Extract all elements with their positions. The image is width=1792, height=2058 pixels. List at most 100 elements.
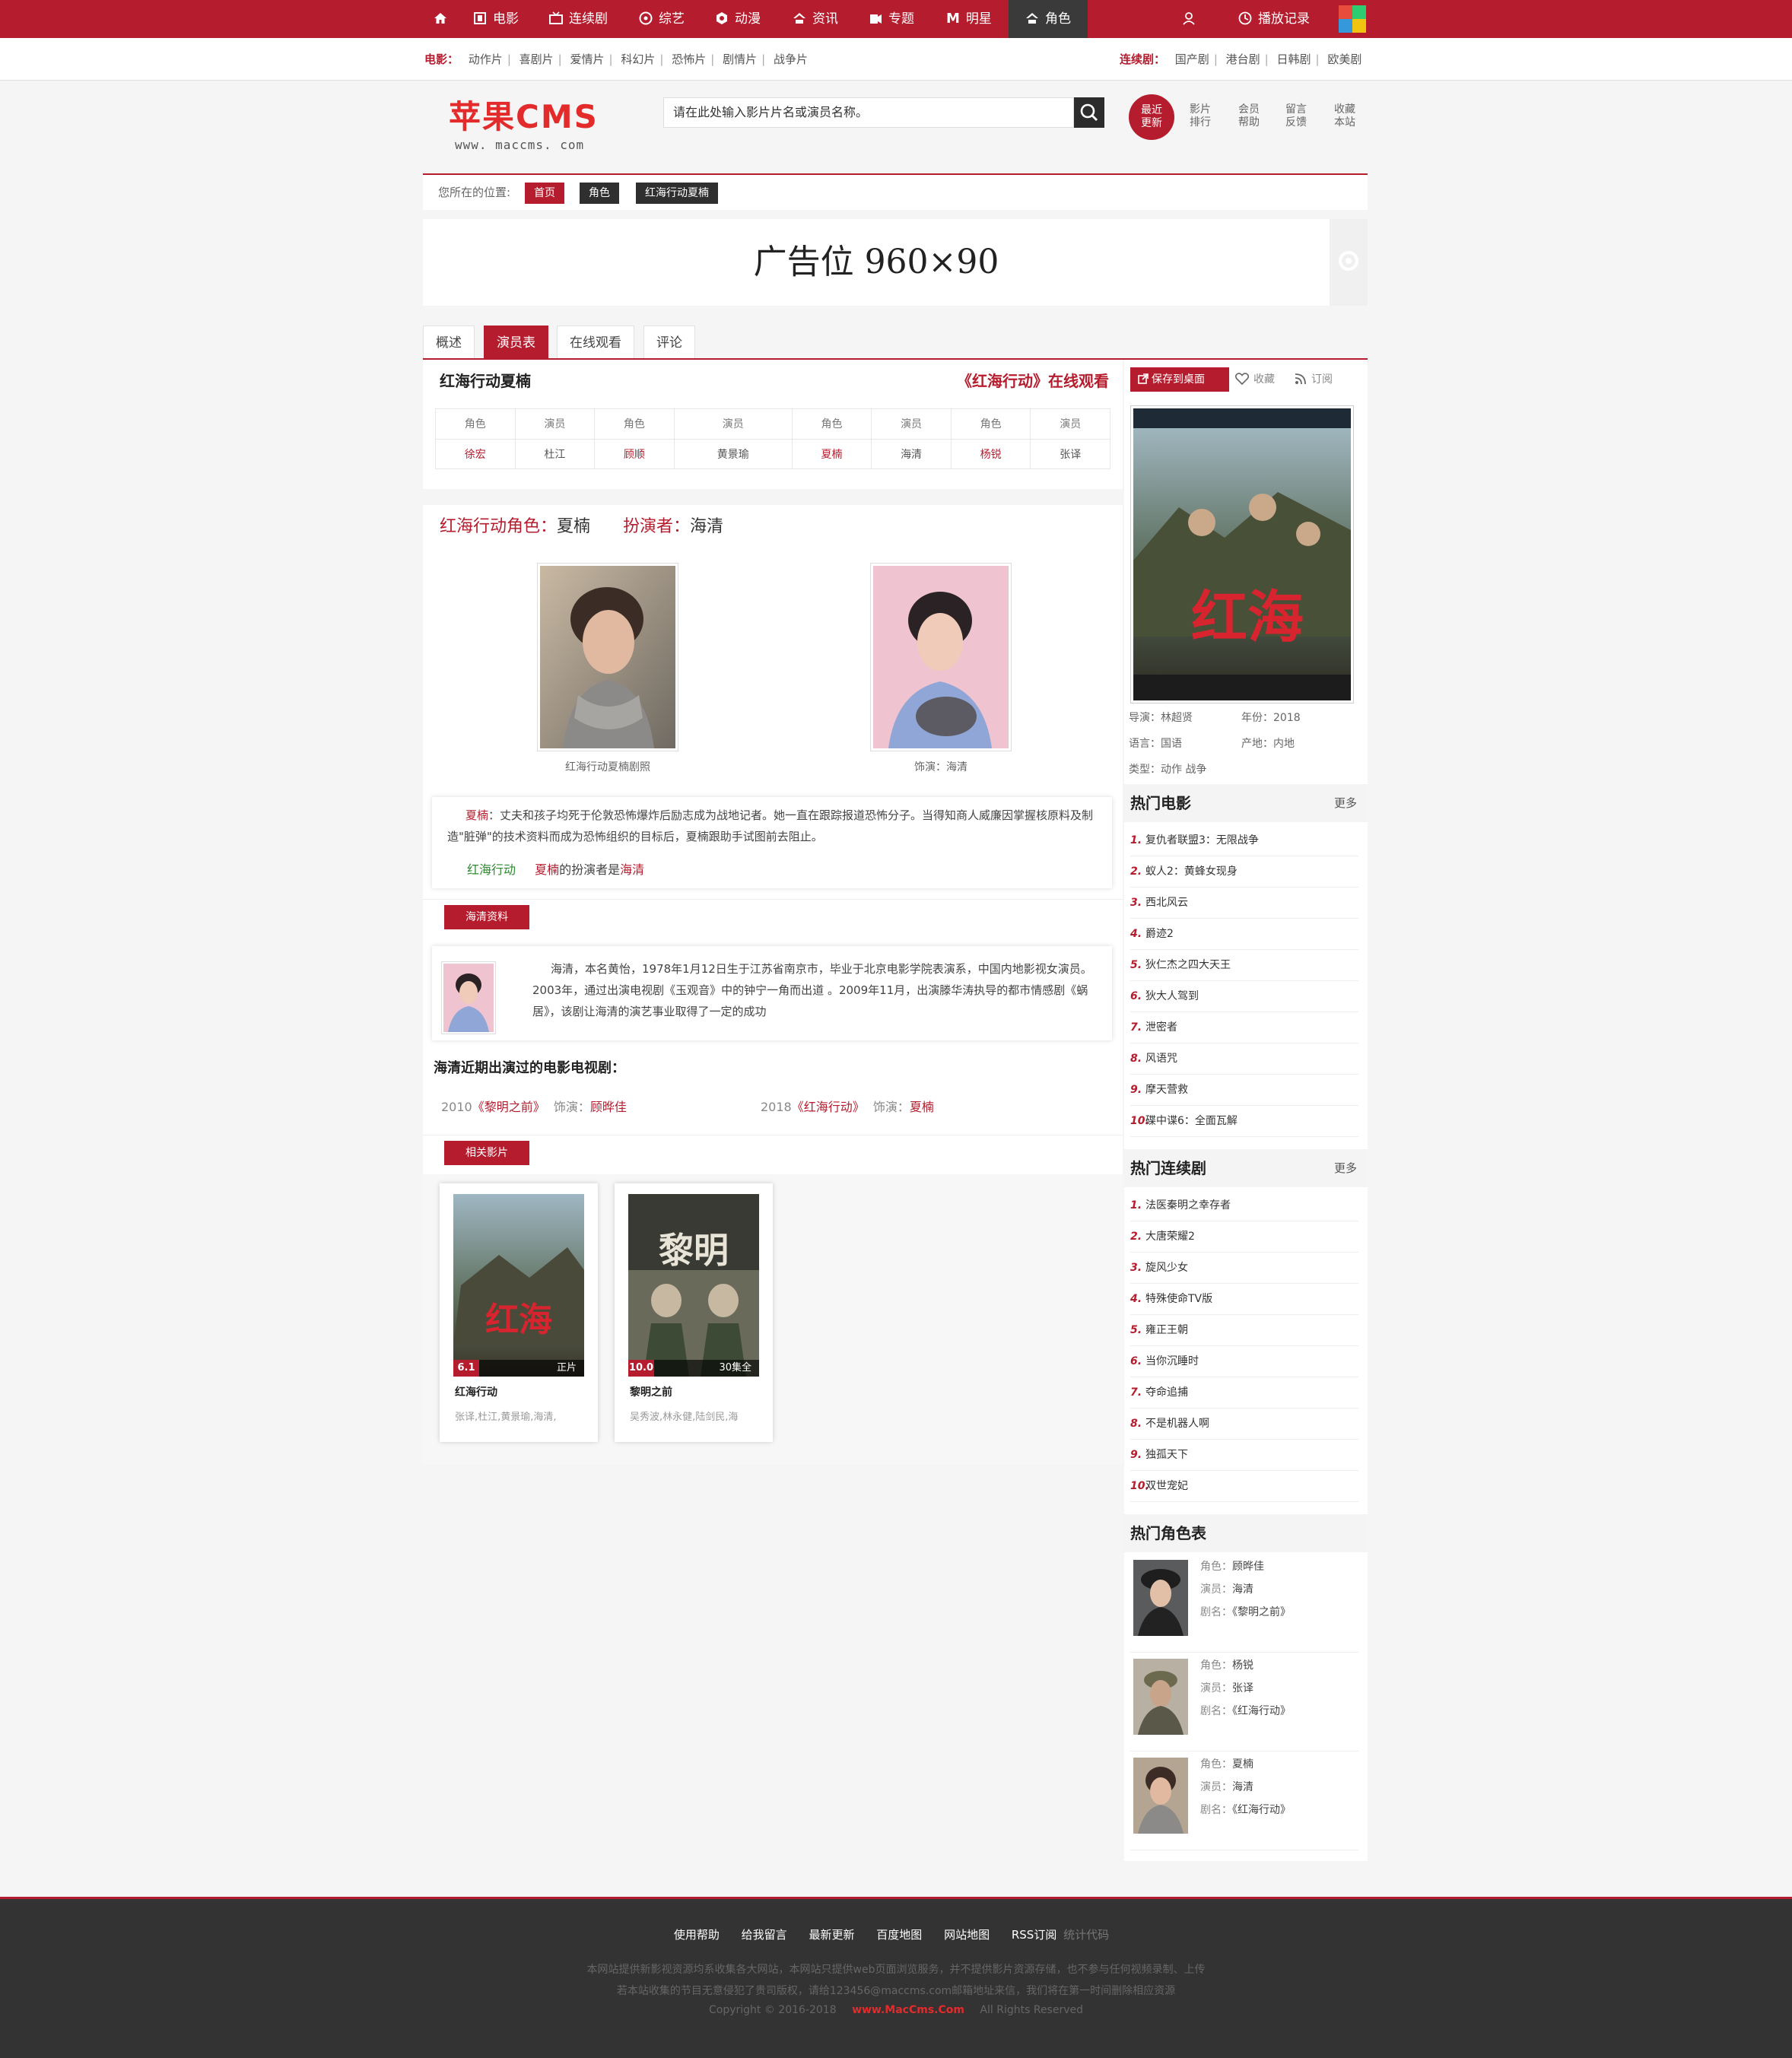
related-movie-card[interactable]: 红海 6.1 正片 红海行动 张译,杜江,黄景瑜,海清,	[440, 1183, 598, 1442]
footer-link[interactable]: 使用帮助	[674, 1928, 720, 1942]
external-link-icon	[1138, 373, 1149, 384]
hot-series-item[interactable]: 9. 独孤天下	[1130, 1440, 1358, 1471]
nav-variety[interactable]: 综艺	[639, 0, 685, 38]
favorite-button[interactable]: 收藏	[1234, 367, 1275, 392]
hot-movie-item[interactable]: 4. 爵迹2	[1130, 919, 1358, 950]
theme-blue-swatch	[1339, 19, 1352, 33]
hot-movie-item[interactable]: 10.碟中谍6：全面瓦解	[1130, 1106, 1358, 1137]
hot-movie-item[interactable]: 1. 复仇者联盟3：无限战争	[1130, 825, 1358, 856]
tab-watch[interactable]: 在线观看	[557, 326, 634, 359]
search-input[interactable]: 请在此处输入影片片名或演员名称。	[663, 97, 1074, 128]
hot-movie-item[interactable]: 7. 泄密者	[1130, 1012, 1358, 1043]
hot-series-item[interactable]: 6. 当你沉睡时	[1130, 1346, 1358, 1377]
nav-series[interactable]: 连续剧	[549, 0, 608, 38]
hot-movie-item[interactable]: 3. 西北风云	[1130, 888, 1358, 919]
main-poster[interactable]: 红海	[1130, 405, 1354, 703]
breadcrumb-home[interactable]: 首页	[525, 183, 564, 204]
subnav-series-link[interactable]: 欧美剧	[1327, 52, 1361, 66]
hot-role-card[interactable]: 角色：夏楠 演员：海清 剧名：《红海行动》	[1130, 1753, 1358, 1850]
cast-role-link[interactable]: 杨锐	[980, 449, 1002, 461]
member-help-link[interactable]: 会员 帮助	[1232, 103, 1266, 129]
cast-actor: 黄景瑜	[673, 438, 793, 469]
rank-number: 6.	[1130, 1355, 1142, 1367]
subscribe-button[interactable]: 订阅	[1295, 367, 1333, 392]
refresh-icon[interactable]	[1336, 248, 1361, 274]
search-button[interactable]	[1074, 97, 1104, 128]
hot-series-item[interactable]: 10.双世宠妃	[1130, 1471, 1358, 1502]
nav-topic[interactable]: 专题	[869, 0, 914, 38]
hot-role-card[interactable]: 角色：杨锐 演员：张译 剧名：《红海行动》	[1130, 1654, 1358, 1752]
subnav-movie-link[interactable]: 科幻片	[621, 52, 655, 66]
cast-role-link[interactable]: 顾顺	[624, 449, 645, 461]
language-info: 语言：国语	[1129, 738, 1182, 750]
hot-movie-item[interactable]: 9. 摩天营救	[1130, 1075, 1358, 1106]
subnav-movie-link[interactable]: 战争片	[774, 52, 808, 66]
subnav-series-link[interactable]: 港台剧	[1226, 52, 1260, 66]
bookmark-link[interactable]: 收藏 本站	[1328, 103, 1361, 129]
footer-link[interactable]: 最新更新	[809, 1928, 854, 1942]
tab-comments[interactable]: 评论	[643, 326, 695, 359]
footer-link[interactable]: RSS订阅	[1012, 1928, 1056, 1942]
footer-link[interactable]: 给我留言	[742, 1928, 787, 1942]
hot-movie-item[interactable]: 2. 蚁人2：黄蜂女现身	[1130, 856, 1358, 888]
nav-role[interactable]: 角色	[1009, 0, 1088, 38]
subnav-movie-link[interactable]: 喜剧片	[519, 52, 554, 66]
hot-series-item[interactable]: 5. 雍正王朝	[1130, 1315, 1358, 1346]
hot-series-item[interactable]: 1. 法医秦明之幸存者	[1130, 1190, 1358, 1221]
cast-role-link[interactable]: 徐宏	[465, 449, 486, 461]
ad-banner[interactable]: 广告位 960×90	[423, 219, 1330, 306]
save-desktop-button[interactable]: 保存到桌面	[1130, 367, 1229, 392]
cast-table: 角色 演员 角色 演员 角色 演员 角色 演员 徐宏 杜江 顾顺 黄景瑜 夏楠 海清 杨…	[435, 408, 1110, 469]
subnav-series-link[interactable]: 国产剧	[1175, 52, 1209, 66]
tab-cast[interactable]: 演员表	[484, 326, 548, 359]
hot-movie-item[interactable]: 8. 风语咒	[1130, 1043, 1358, 1075]
hot-series-item[interactable]: 7. 夺命追捕	[1130, 1377, 1358, 1409]
footer-brand-link[interactable]: www.MacCms.Com	[852, 2004, 964, 2016]
recent-update-button[interactable]: 最近 更新	[1129, 94, 1174, 140]
related-movie-card[interactable]: 黎明 10.0 30集全 黎明之前 吴秀波,林永健,陆剑民,海	[615, 1183, 773, 1442]
subnav-movie-link[interactable]: 动作片	[469, 52, 503, 66]
rank-link[interactable]: 影片 排行	[1184, 103, 1217, 129]
actor-thumb[interactable]	[441, 961, 496, 1034]
nav-movie[interactable]: 电影	[473, 0, 519, 38]
hot-series-item[interactable]: 8. 不是机器人啊	[1130, 1409, 1358, 1440]
subnav-series-link[interactable]: 日韩剧	[1277, 52, 1311, 66]
work-title-link[interactable]: 《红海行动》	[792, 1100, 865, 1114]
theme-switch-icon[interactable]	[1339, 5, 1366, 33]
watch-online-link[interactable]: 《红海行动》在线观看	[957, 369, 1109, 391]
history-button[interactable]: 播放记录	[1238, 0, 1310, 38]
nav-star[interactable]: M 明星	[946, 0, 992, 38]
tab-overview[interactable]: 概述	[423, 326, 475, 359]
subnav-movie-link[interactable]: 爱情片	[570, 52, 605, 66]
role-actor-link[interactable]: 海清	[620, 862, 644, 877]
hot-series-item[interactable]: 4. 特殊使命TV版	[1130, 1284, 1358, 1315]
nav-anime[interactable]: 动漫	[715, 0, 761, 38]
footer-link[interactable]: 网站地图	[944, 1928, 990, 1942]
nav-news[interactable]: 资讯	[793, 0, 838, 38]
hot-movies-more-link[interactable]: 更多	[1334, 784, 1357, 822]
hot-series-more-link[interactable]: 更多	[1334, 1149, 1357, 1187]
cast-role-link[interactable]: 夏楠	[821, 449, 843, 461]
hot-movie-item[interactable]: 6. 狄大人驾到	[1130, 981, 1358, 1012]
work-title-link[interactable]: 《黎明之前》	[472, 1100, 545, 1114]
breadcrumb-role[interactable]: 角色	[580, 183, 619, 204]
role-movie-link[interactable]: 红海行动	[467, 862, 516, 877]
user-button[interactable]	[1182, 0, 1202, 38]
hot-series-item[interactable]: 2. 大唐荣耀2	[1130, 1221, 1358, 1253]
breadcrumb-current[interactable]: 红海行动夏楠	[636, 183, 718, 204]
feedback-link[interactable]: 留言 反馈	[1279, 103, 1313, 129]
role-still-photo[interactable]	[537, 563, 678, 751]
work-role-link[interactable]: 顾晔佳	[590, 1100, 627, 1114]
hot-series-item[interactable]: 3. 旋风少女	[1130, 1253, 1358, 1284]
nav-home[interactable]	[434, 0, 453, 38]
footer-link[interactable]: 百度地图	[876, 1928, 922, 1942]
subnav-movie-link[interactable]: 剧情片	[723, 52, 757, 66]
hot-movie-item[interactable]: 5. 狄仁杰之四大天王	[1130, 950, 1358, 981]
hot-role-card[interactable]: 角色：顾晔佳 演员：海清 剧名：《黎明之前》	[1130, 1555, 1358, 1653]
tv-icon	[549, 11, 563, 24]
actor-portrait-photo[interactable]	[870, 563, 1012, 751]
subnav-movie-link[interactable]: 恐怖片	[672, 52, 706, 66]
role-name-link[interactable]: 夏楠	[535, 862, 559, 877]
site-logo[interactable]: 苹果CMS www. maccms. com	[449, 91, 599, 152]
work-role-link[interactable]: 夏楠	[910, 1100, 934, 1114]
